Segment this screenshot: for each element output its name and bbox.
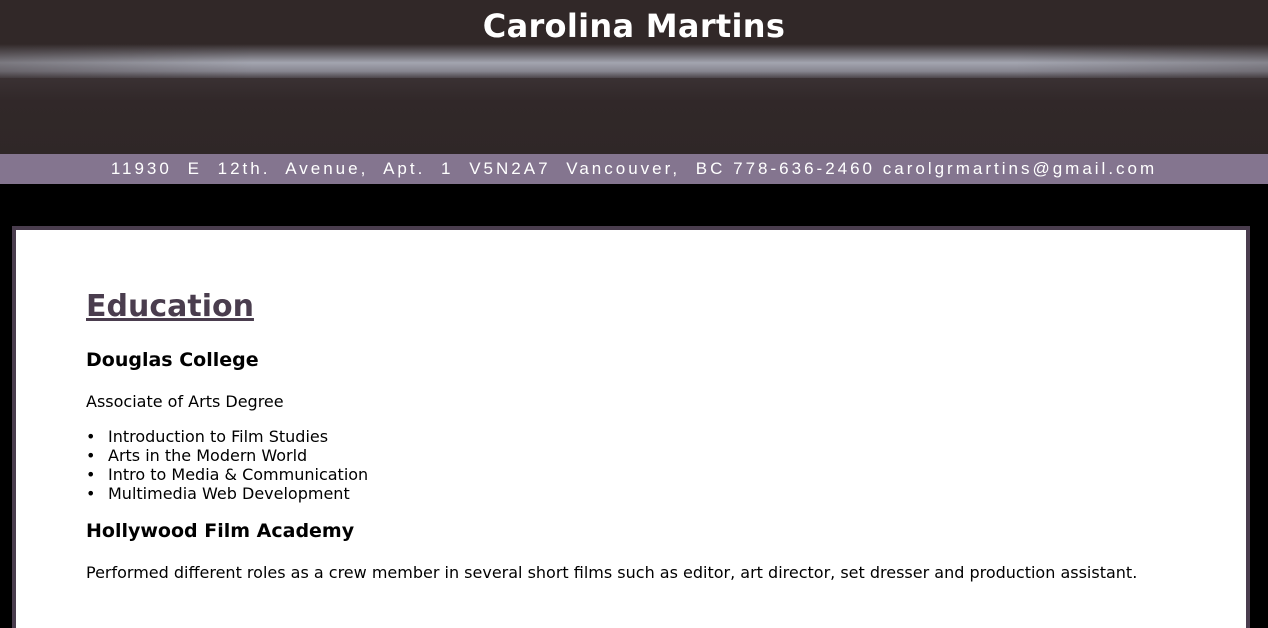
course-item: • Arts in the Modern World <box>86 446 368 465</box>
course-label: Intro to Media & Communication <box>108 465 369 484</box>
course-item: • Multimedia Web Development <box>86 484 368 503</box>
bullet-icon: • <box>86 446 96 465</box>
school-degree: Associate of Arts Degree <box>86 392 284 411</box>
resume-page: Carolina Martins 11930 E 12th. Avenue, A… <box>0 0 1268 628</box>
school-name-hollywood: Hollywood Film Academy <box>86 520 355 542</box>
course-label: Introduction to Film Studies <box>108 427 329 446</box>
education-heading: Education <box>86 289 254 324</box>
contact-phone: 778-636-2460 <box>733 159 876 178</box>
school-name-douglas: Douglas College <box>86 349 259 371</box>
contact-address: 11930 E 12th. Avenue, Apt. 1 V5N2A7 Vanc… <box>110 159 726 178</box>
school-description: Performed different roles as a crew memb… <box>86 563 1138 582</box>
contact-email: carolgrmartins@gmail.com <box>882 159 1158 178</box>
bullet-icon: • <box>86 484 96 503</box>
course-list: • Introduction to Film Studies • Arts in t… <box>86 427 368 503</box>
header-banner: Carolina Martins <box>0 0 1268 154</box>
bullet-icon: • <box>86 427 96 446</box>
header-light-streak <box>0 44 1268 78</box>
course-label: Arts in the Modern World <box>108 446 308 465</box>
header-shade <box>0 78 1268 154</box>
course-item: • Intro to Media & Communication <box>86 465 368 484</box>
course-item: • Introduction to Film Studies <box>86 427 368 446</box>
course-label: Multimedia Web Development <box>108 484 350 503</box>
bullet-icon: • <box>86 465 96 484</box>
education-card: Education Douglas College Associate of A… <box>12 226 1250 628</box>
contact-bar: 11930 E 12th. Avenue, Apt. 1 V5N2A7 Vanc… <box>0 154 1268 184</box>
page-title: Carolina Martins <box>482 7 786 45</box>
